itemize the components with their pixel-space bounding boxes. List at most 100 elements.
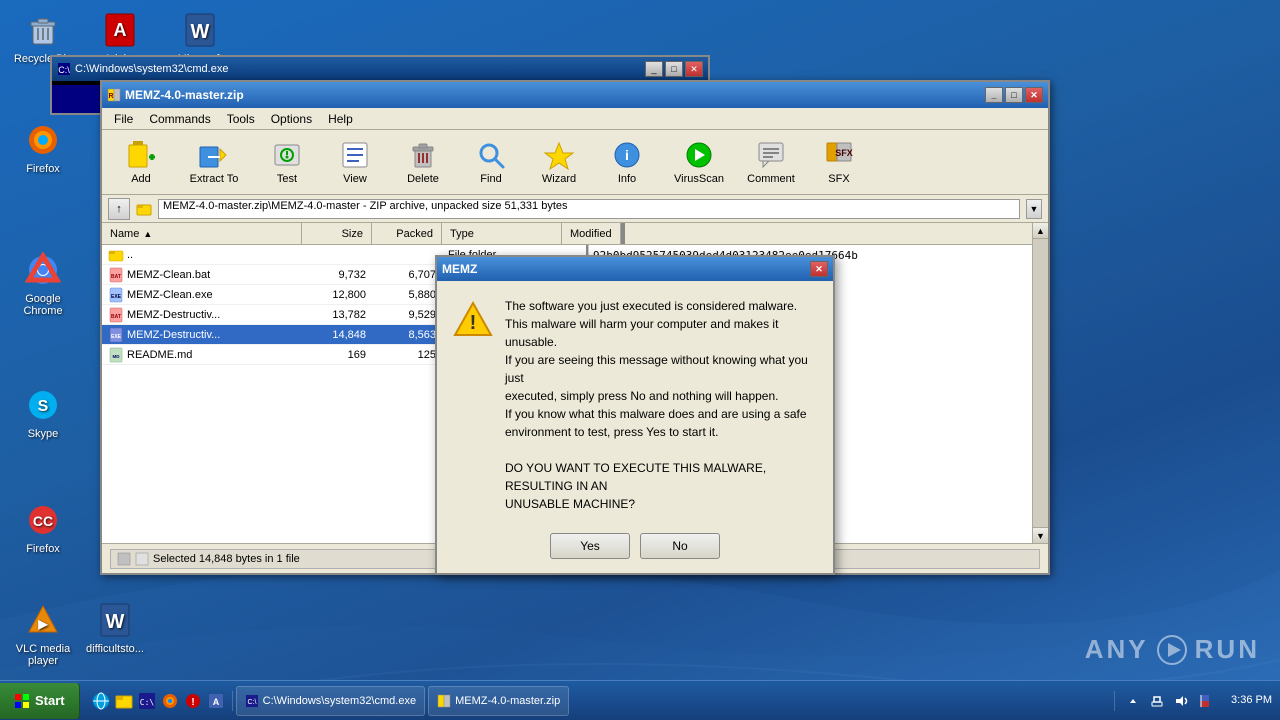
anyrun-play-icon bbox=[1157, 635, 1187, 665]
info-icon: i bbox=[609, 139, 645, 171]
virusscan-icon bbox=[681, 139, 717, 171]
test-icon bbox=[269, 139, 305, 171]
bat-file-icon: BAT bbox=[108, 267, 124, 283]
tray-network[interactable] bbox=[1147, 691, 1167, 711]
desktop-icon-vlc[interactable]: ▶ VLC media player bbox=[8, 600, 78, 667]
scroll-down-button[interactable]: ▼ bbox=[1033, 527, 1048, 543]
quick-launch: C:\ ! bbox=[85, 691, 233, 711]
cmd-titlebar[interactable]: C:\ C:\Windows\system32\cmd.exe _ □ ✕ bbox=[52, 57, 708, 81]
start-label: Start bbox=[35, 693, 65, 708]
winrar-close-button[interactable]: ✕ bbox=[1025, 87, 1043, 103]
cmd-minimize-button[interactable]: _ bbox=[645, 61, 663, 77]
menu-help[interactable]: Help bbox=[320, 110, 361, 128]
start-icon bbox=[14, 693, 30, 709]
taskbar-item-winrar[interactable]: MEMZ-4.0-master.zip bbox=[428, 686, 569, 716]
svg-text:C:\: C:\ bbox=[139, 698, 154, 707]
memz-message: The software you just executed is consid… bbox=[505, 297, 817, 513]
comment-icon bbox=[753, 139, 789, 171]
desktop-icon-label: Firefox bbox=[26, 543, 60, 555]
desktop-icon-label: VLC media player bbox=[8, 643, 78, 667]
vertical-scrollbar[interactable]: ▲ ▼ bbox=[1032, 223, 1048, 543]
cmd-icon: C:\ bbox=[57, 62, 71, 76]
warning-icon: ! bbox=[453, 299, 493, 339]
sfx-icon: SFX bbox=[821, 139, 857, 171]
taskbar-clock[interactable]: 3:36 PM bbox=[1223, 693, 1280, 708]
toolbar-add-button[interactable]: Add bbox=[110, 134, 172, 190]
quicklaunch-app[interactable]: A bbox=[206, 691, 226, 711]
bat-file-icon2: BAT bbox=[108, 307, 124, 323]
address-dropdown-button[interactable]: ▼ bbox=[1026, 199, 1042, 219]
col-name[interactable]: Name ▲ bbox=[102, 223, 302, 244]
taskbar-items: C:\ ! bbox=[80, 681, 1114, 720]
memz-yes-button[interactable]: Yes bbox=[550, 533, 630, 559]
toolbar-find-label: Find bbox=[480, 173, 501, 185]
taskbar-cmd-icon: C:\ bbox=[245, 694, 259, 708]
tray-volume[interactable] bbox=[1171, 691, 1191, 711]
toolbar-test-button[interactable]: Test bbox=[256, 134, 318, 190]
svg-text:!: ! bbox=[191, 697, 194, 708]
memz-titlebar[interactable]: MEMZ ✕ bbox=[437, 257, 833, 281]
toolbar-sfx-label: SFX bbox=[828, 173, 849, 185]
status-icon bbox=[117, 552, 131, 566]
col-modified[interactable]: Modified bbox=[562, 223, 621, 244]
memz-dialog: MEMZ ✕ ! The software you just executed … bbox=[435, 255, 835, 575]
col-packed[interactable]: Packed bbox=[372, 223, 442, 244]
start-button[interactable]: Start bbox=[0, 683, 80, 719]
cmd-close-button[interactable]: ✕ bbox=[685, 61, 703, 77]
winrar-minimize-button[interactable]: _ bbox=[985, 87, 1003, 103]
toolbar-virusscan-label: VirusScan bbox=[674, 173, 724, 185]
desktop-icon-ccleaner[interactable]: CC Firefox bbox=[8, 500, 78, 555]
address-input[interactable]: MEMZ-4.0-master.zip\MEMZ-4.0-master - ZI… bbox=[158, 199, 1020, 219]
quicklaunch-folder[interactable] bbox=[114, 691, 134, 711]
menu-commands[interactable]: Commands bbox=[141, 110, 218, 128]
svg-text:W: W bbox=[191, 21, 210, 43]
svg-text:A: A bbox=[212, 697, 219, 707]
winrar-titlebar[interactable]: R MEMZ-4.0-master.zip _ □ ✕ bbox=[102, 82, 1048, 108]
toolbar-info-button[interactable]: i Info bbox=[596, 134, 658, 190]
desktop: Recycle Bin A Adobe Acrobat W Microsoft … bbox=[0, 0, 1280, 720]
winrar-restore-button[interactable]: □ bbox=[1005, 87, 1023, 103]
col-type[interactable]: Type bbox=[442, 223, 562, 244]
toolbar-virusscan-button[interactable]: VirusScan bbox=[664, 134, 734, 190]
svg-text:SFX: SFX bbox=[835, 148, 853, 158]
memz-content: ! The software you just executed is cons… bbox=[437, 281, 833, 525]
svg-text:EXE: EXE bbox=[111, 294, 122, 300]
toolbar-find-button[interactable]: Find bbox=[460, 134, 522, 190]
menu-file[interactable]: File bbox=[106, 110, 141, 128]
menu-options[interactable]: Options bbox=[263, 110, 320, 128]
status-icon2 bbox=[135, 552, 149, 566]
quicklaunch-security[interactable]: ! bbox=[183, 691, 203, 711]
quicklaunch-firefox[interactable] bbox=[160, 691, 180, 711]
svg-text:!: ! bbox=[470, 312, 477, 334]
tray-flag[interactable] bbox=[1195, 691, 1215, 711]
taskbar: Start bbox=[0, 680, 1280, 720]
anyrun-text2: RUN bbox=[1195, 634, 1260, 665]
desktop-icon-skype[interactable]: S Skype bbox=[8, 385, 78, 440]
right-panel-header bbox=[623, 223, 1048, 244]
toolbar-comment-button[interactable]: Comment bbox=[740, 134, 802, 190]
toolbar-delete-button[interactable]: Delete bbox=[392, 134, 454, 190]
cmd-maximize-button[interactable]: □ bbox=[665, 61, 683, 77]
quicklaunch-cmd[interactable]: C:\ bbox=[137, 691, 157, 711]
memz-no-button[interactable]: No bbox=[640, 533, 720, 559]
toolbar-view-button[interactable]: View bbox=[324, 134, 386, 190]
toolbar-extract-button[interactable]: Extract To bbox=[178, 134, 250, 190]
tray-arrow[interactable] bbox=[1123, 691, 1143, 711]
menu-tools[interactable]: Tools bbox=[219, 110, 263, 128]
desktop-icon-difficultstone[interactable]: W difficultsto... bbox=[80, 600, 150, 655]
nav-up-button[interactable]: ↑ bbox=[108, 198, 130, 220]
desktop-icon-label: difficultsto... bbox=[86, 643, 144, 655]
svg-text:C:\: C:\ bbox=[247, 699, 256, 706]
toolbar-wizard-button[interactable]: Wizard bbox=[528, 134, 590, 190]
desktop-icon-chrome[interactable]: Google Chrome bbox=[8, 250, 78, 317]
taskbar-item-cmd[interactable]: C:\ C:\Windows\system32\cmd.exe bbox=[236, 686, 425, 716]
extract-icon bbox=[196, 139, 232, 171]
quicklaunch-ie[interactable] bbox=[91, 691, 111, 711]
scroll-up-button[interactable]: ▲ bbox=[1033, 223, 1048, 239]
exe-file-icon2: EXE bbox=[108, 327, 124, 343]
col-size[interactable]: Size bbox=[302, 223, 372, 244]
winrar-window-controls: _ □ ✕ bbox=[985, 87, 1043, 103]
memz-close-button[interactable]: ✕ bbox=[810, 261, 828, 277]
toolbar-sfx-button[interactable]: SFX SFX bbox=[808, 134, 870, 190]
desktop-icon-firefox[interactable]: Firefox bbox=[8, 120, 78, 175]
